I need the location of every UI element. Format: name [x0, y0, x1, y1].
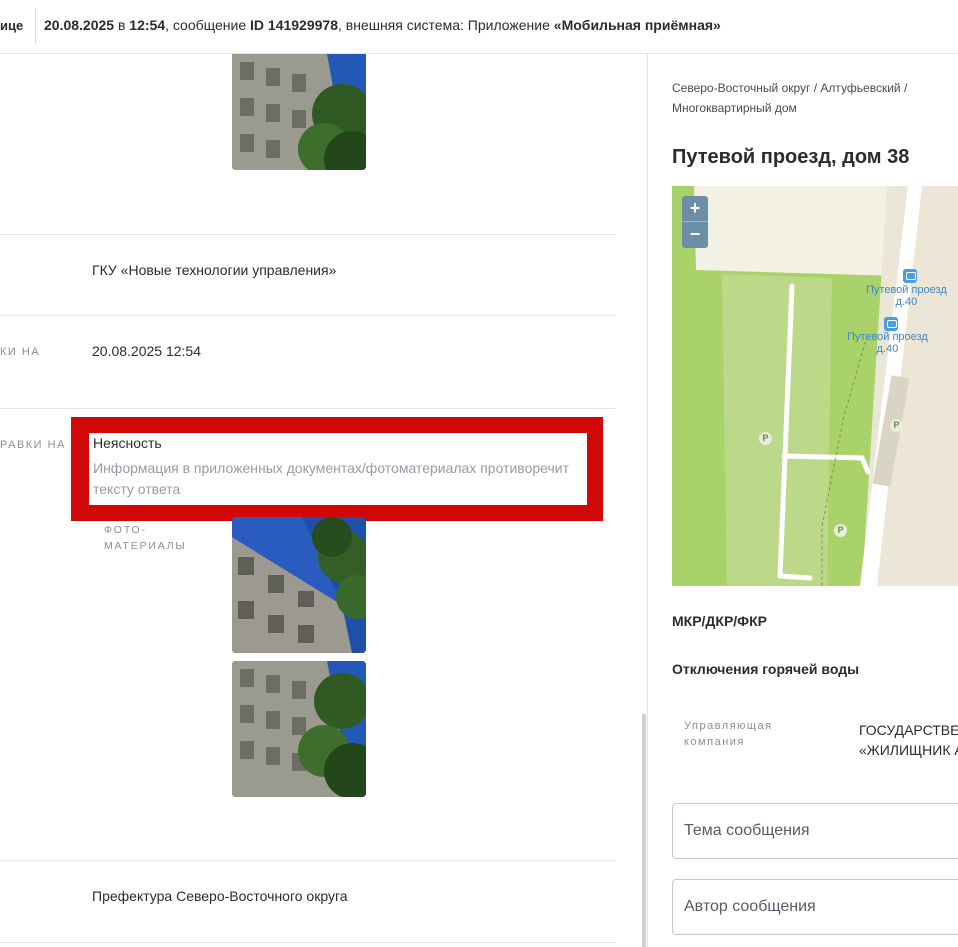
row-divider [0, 234, 615, 235]
row-divider [0, 860, 615, 861]
message-time: 12:54 [129, 17, 166, 33]
date-value: 20.08.2025 12:54 [92, 343, 201, 359]
bus-stop-icon[interactable] [903, 269, 917, 283]
bus-stop-label: Путевой проезд д.40 [866, 284, 947, 308]
message-in-word: в [117, 17, 126, 33]
reason-title: Неясность [93, 435, 162, 451]
section-hot-water: Отключения горячей воды [672, 661, 860, 677]
reason-description: Информация в приложенных документах/фото… [93, 460, 569, 497]
photo-thumbnail[interactable] [232, 517, 366, 653]
management-value: ГОСУДАРСТВЕН «ЖИЛИЩНИК А [859, 722, 958, 758]
building-photo-icon [232, 517, 366, 653]
map[interactable]: + − Путевой проезд д.40 Путевой проезд д… [672, 186, 958, 586]
date-label: ки на [0, 346, 41, 358]
breadcrumb: Северо-Восточный округ / Алтуфьевский / … [672, 81, 908, 115]
bus-stop-icon[interactable] [884, 317, 898, 331]
message-info: 20.08.2025 в 12:54, сообщение ID 1419299… [44, 17, 721, 33]
bus-stop-label: Путевой проезд д.40 [847, 331, 928, 355]
map-canvas [672, 186, 958, 586]
header-cut-label: ице [0, 18, 24, 33]
row-divider [0, 408, 615, 409]
photo-thumbnail[interactable] [232, 54, 366, 170]
author-input[interactable] [672, 879, 958, 935]
highlighted-reason: Неясность Информация в приложенных докум… [71, 417, 603, 521]
external-system-text: , внешняя система: Приложение [337, 17, 550, 33]
section-mkr: МКР/ДКР/ФКР [672, 613, 768, 629]
organization-value: ГКУ «Новые технологии управления» [92, 262, 337, 278]
zoom-out-button[interactable]: − [682, 222, 708, 248]
row-divider [0, 942, 615, 943]
parking-icon: P [834, 524, 847, 537]
header-divider [35, 8, 36, 44]
zoom-in-button[interactable]: + [682, 196, 708, 222]
reason-content: Неясность Информация в приложенных докум… [89, 433, 587, 505]
address-title: Путевой проезд, дом 38 [672, 146, 910, 168]
prefecture-value: Префектура Северо-Восточного округа [92, 888, 348, 904]
photo-thumbnail[interactable] [232, 661, 366, 797]
parking-icon: P [759, 432, 772, 445]
building-photo-icon [232, 661, 366, 797]
management-label: Управляющая компания [684, 720, 773, 748]
reason-label: равки на [0, 439, 66, 451]
row-divider [0, 315, 615, 316]
message-date: 20.08.2025 [44, 17, 115, 33]
message-details: ГКУ «Новые технологии управления» ки на … [0, 54, 616, 947]
address-sidebar: Северо-Восточный округ / Алтуфьевский / … [647, 54, 958, 947]
parking-icon: P [890, 419, 903, 432]
message-id: ID 141929978 [250, 17, 338, 33]
message-header: ице 20.08.2025 в 12:54, сообщение ID 141… [0, 0, 958, 54]
subject-input[interactable] [672, 803, 958, 859]
photos-label: Фото- материалы [104, 524, 187, 552]
app-name: «Мобильная приёмная» [553, 17, 721, 33]
building-photo-icon [232, 54, 366, 170]
map-zoom-control: + − [682, 196, 708, 248]
scrollbar[interactable] [642, 714, 646, 947]
message-word: , сообщение [165, 17, 247, 33]
